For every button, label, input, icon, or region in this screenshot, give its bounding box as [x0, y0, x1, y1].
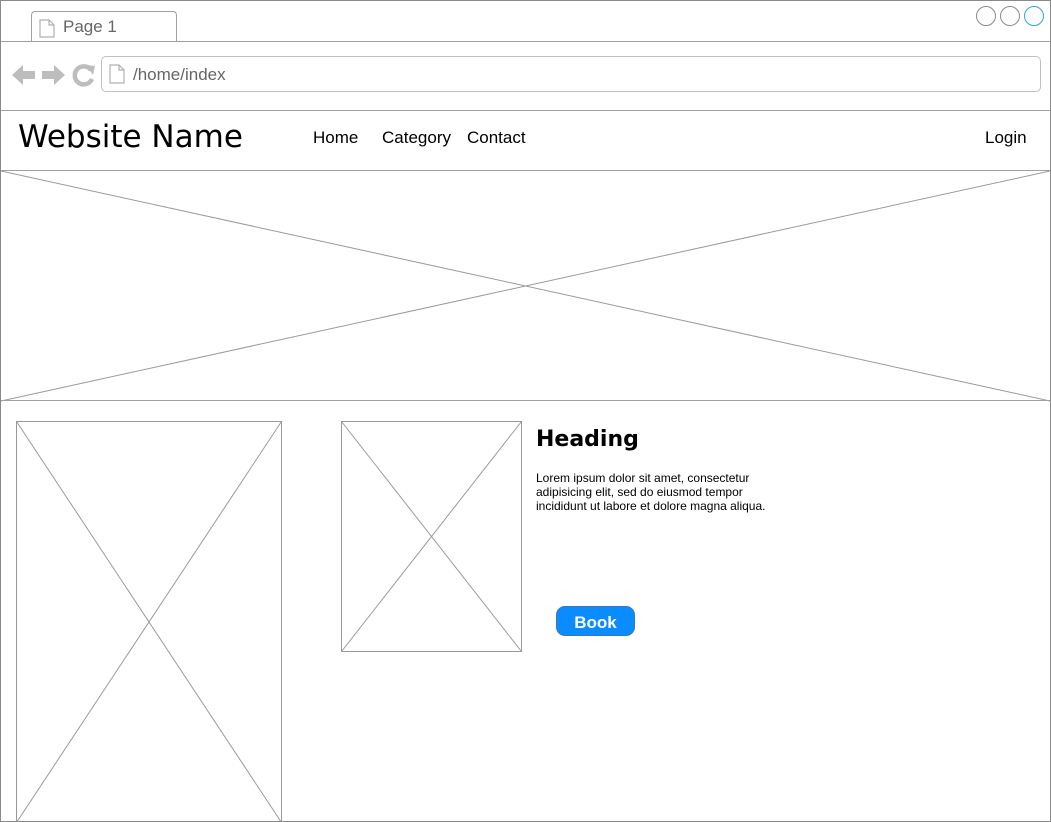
refresh-icon[interactable] [72, 63, 96, 87]
page-icon [39, 19, 55, 38]
page-icon [109, 64, 125, 84]
tab-label: Page 1 [63, 17, 117, 36]
maximize-button[interactable] [1000, 6, 1020, 26]
site-name[interactable]: Website Name [18, 119, 243, 155]
browser-window: Page 1 /home/index Website Name Home Cat… [0, 0, 1051, 822]
login-link[interactable]: Login [985, 128, 1027, 148]
nav-home[interactable]: Home [313, 128, 358, 148]
nav-contact[interactable]: Contact [467, 128, 526, 148]
address-bar[interactable]: /home/index [101, 56, 1041, 92]
back-arrow-icon[interactable] [12, 64, 36, 86]
close-button[interactable] [1024, 6, 1044, 26]
content-heading: Heading [536, 427, 639, 452]
address-text: /home/index [133, 65, 226, 84]
tab-page-1[interactable]: Page 1 [31, 11, 177, 42]
forward-arrow-icon[interactable] [41, 64, 65, 86]
content-body-text: Lorem ipsum dolor sit amet, consectetur … [536, 471, 766, 513]
hero-divider [1, 400, 1050, 401]
hero-image-placeholder [1, 170, 1050, 402]
tab-bar-divider [1, 41, 1050, 42]
minimize-button[interactable] [976, 6, 996, 26]
nav-category[interactable]: Category [382, 128, 451, 148]
book-button[interactable]: Book [556, 606, 635, 636]
toolbar-divider [1, 110, 1050, 111]
sidebar-image-placeholder [16, 421, 282, 821]
content-image-placeholder [341, 421, 522, 652]
